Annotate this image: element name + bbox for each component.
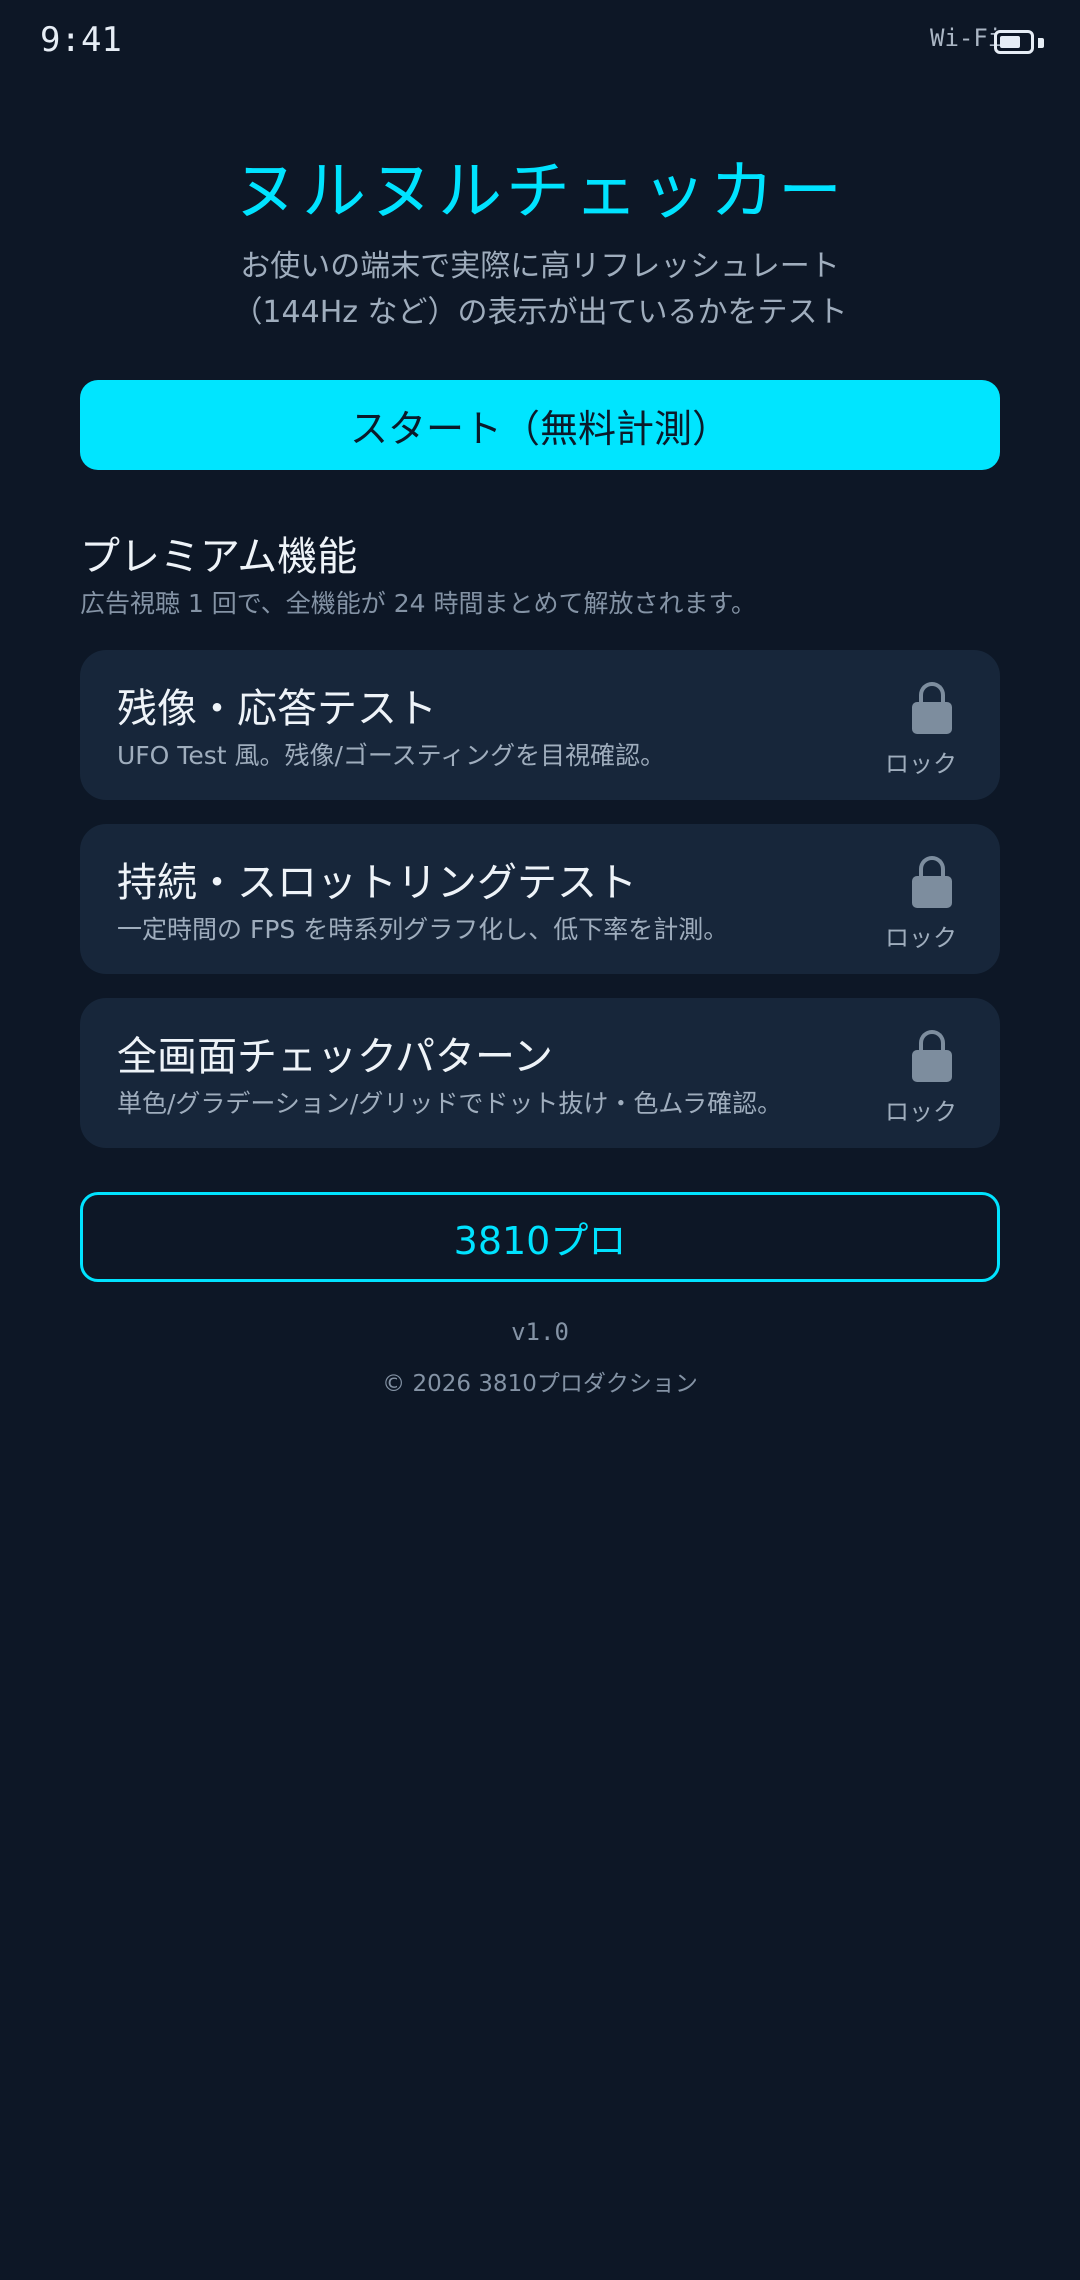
feature-card-throttling[interactable]: 持続・スロットリングテスト 一定時間の FPS を時系列グラフ化し、低下率を計測… <box>80 824 1000 974</box>
pro-button[interactable]: 3810プロ <box>80 1192 1000 1282</box>
status-time: 9:41 <box>40 20 122 60</box>
lock-icon <box>910 1030 954 1082</box>
lock-icon <box>910 856 954 908</box>
app-title: ヌルヌルチェッカー <box>234 155 846 229</box>
status-bar: 9:41 Wi-Fi <box>0 0 1080 80</box>
wifi-indicator: Wi-Fi <box>930 24 1003 52</box>
lock-icon <box>910 682 954 734</box>
subtitle-line-1: お使いの端末で実際に高リフレッシュレート <box>240 249 840 284</box>
feature-card-title: 持続・スロットリングテスト <box>117 860 637 906</box>
feature-card-title: 残像・応答テスト <box>117 686 437 732</box>
feature-card-description: 単色/グラデーション/グリッドでドット抜け・色ムラ確認。 <box>117 1089 783 1118</box>
lock-status-label: ロック <box>885 924 957 952</box>
subtitle-line-2: （144Hz など）の表示が出ているかをテスト <box>232 295 848 330</box>
app-subtitle: お使いの端末で実際に高リフレッシュレート （144Hz など）の表示が出ているか… <box>0 244 1080 336</box>
lock-status-label: ロック <box>885 1098 957 1126</box>
start-button[interactable]: スタート（無料計測） <box>80 380 1000 470</box>
feature-card-title: 全画面チェックパターン <box>117 1034 553 1080</box>
feature-card-check-pattern[interactable]: 全画面チェックパターン 単色/グラデーション/グリッドでドット抜け・色ムラ確認。… <box>80 998 1000 1148</box>
battery-icon <box>994 30 1034 54</box>
battery-tip <box>1038 38 1044 48</box>
feature-card-description: 一定時間の FPS を時系列グラフ化し、低下率を計測。 <box>117 915 729 944</box>
premium-section-note: 広告視聴 1 回で、全機能が 24 時間まとめて解放されます。 <box>80 589 757 618</box>
feature-card-description: UFO Test 風。残像/ゴースティングを目視確認。 <box>117 741 666 770</box>
copyright: © 2026 3810プロダクション <box>382 1371 698 1397</box>
battery-level <box>1000 36 1020 48</box>
app-version: v1.0 <box>511 1318 569 1346</box>
feature-card-afterimage[interactable]: 残像・応答テスト UFO Test 風。残像/ゴースティングを目視確認。 ロック <box>80 650 1000 800</box>
premium-section-title: プレミアム機能 <box>80 534 358 580</box>
lock-status-label: ロック <box>885 750 957 778</box>
